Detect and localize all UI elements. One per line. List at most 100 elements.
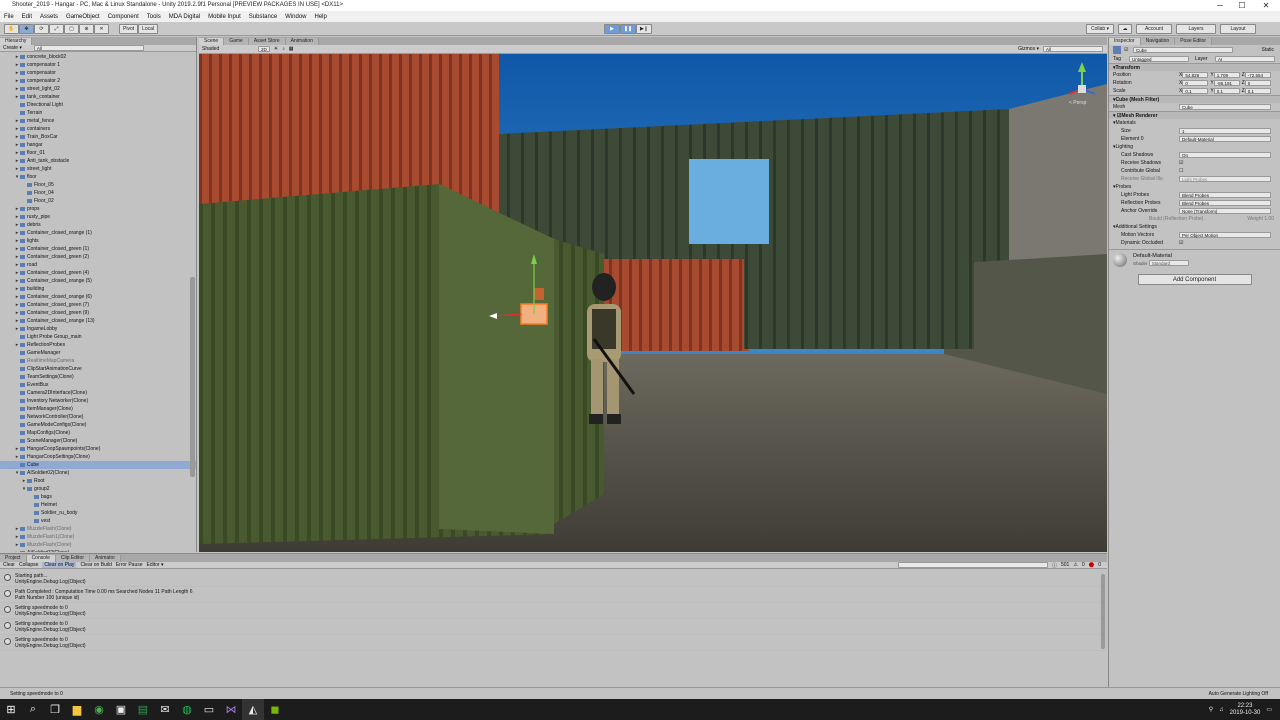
hierarchy-item[interactable]: ▸ building (0, 285, 196, 293)
hierarchy-item[interactable]: Floor_02 (0, 197, 196, 205)
object-name-input[interactable]: Cube (1133, 47, 1233, 53)
receive-shadows-checkbox[interactable]: ☑ (1179, 159, 1183, 167)
account-dropdown[interactable]: Account (1136, 23, 1172, 34)
console-error-pause-button[interactable]: Error Pause (116, 562, 143, 568)
hierarchy-item[interactable]: ▸ Container_closed_orange (1) (0, 229, 196, 237)
console-entry[interactable]: Setting speedmode to 0 UnityEngine.Debug:… (0, 603, 1107, 619)
custom-tool-icon[interactable]: ✕ (94, 23, 109, 34)
hierarchy-item[interactable]: ▸ HangarCoopSpawnpoints(Clone) (0, 445, 196, 453)
menu-assets[interactable]: Assets (40, 14, 58, 20)
add-component-button[interactable]: Add Component (1137, 274, 1252, 285)
layer-dropdown[interactable]: AI (1215, 56, 1275, 62)
console-clear-on-build-button[interactable]: Clear on Build (80, 562, 111, 568)
unity-icon[interactable]: ◭ (242, 699, 264, 720)
hierarchy-item[interactable]: ▸ street_light (0, 165, 196, 173)
static-toggle[interactable]: Static (1261, 46, 1274, 54)
tab-asset-store[interactable]: Asset Store (248, 38, 286, 45)
scale-z[interactable]: 0.1 (1244, 88, 1271, 94)
hierarchy-item[interactable]: ▸ hangar (0, 141, 196, 149)
rect-tool-icon[interactable]: ▢ (64, 23, 79, 34)
effects-toggle-icon[interactable]: ▦ (289, 46, 294, 52)
console-collapse-button[interactable]: Collapse (19, 562, 38, 568)
audio-toggle-icon[interactable]: ♪ (282, 46, 285, 52)
hierarchy-item[interactable]: MapConfigs(Clone) (0, 429, 196, 437)
scene-search-input[interactable]: All (1043, 46, 1103, 52)
console-scrollbar[interactable] (1101, 574, 1105, 649)
hierarchy-item[interactable]: ▸ Train_BoxCar (0, 133, 196, 141)
step-button[interactable]: ▶❙ (636, 23, 652, 34)
hierarchy-item[interactable]: Soldier_ru_body (0, 509, 196, 517)
hierarchy-item[interactable]: NetworkController(Clone) (0, 413, 196, 421)
network-icon[interactable]: ⚲ (1209, 706, 1213, 713)
hierarchy-item[interactable]: ▸ Container_closed_green (9) (0, 309, 196, 317)
menu-mda-digital[interactable]: MDA Digital (169, 14, 200, 20)
hierarchy-item[interactable]: ▸ Container_closed_green (7) (0, 301, 196, 309)
scene-viewport[interactable]: < Persp (199, 54, 1107, 552)
search-icon[interactable]: ⌕ (22, 699, 44, 720)
mesh-field[interactable]: Cube (1179, 104, 1271, 110)
clock-date[interactable]: 2019-10-30 (1230, 710, 1261, 717)
reflection-probes-dropdown[interactable]: Blend Probes (1179, 200, 1271, 206)
hierarchy-item[interactable]: RealtimeMapCamera (0, 357, 196, 365)
hierarchy-item[interactable]: ▸ concrete_block02 (0, 53, 196, 61)
transform-header[interactable]: ▾ Transform (1109, 63, 1280, 71)
hierarchy-item[interactable]: ▸AISoldier02(Clone) (0, 549, 196, 552)
collab-dropdown[interactable]: Collab ▾ (1086, 23, 1114, 34)
nvidia-icon[interactable]: ◼ (264, 699, 286, 720)
hierarchy-item[interactable]: ▸ Container_closed_orange (6) (0, 293, 196, 301)
tab-game[interactable]: Game (224, 38, 249, 45)
hierarchy-item[interactable]: bags (0, 493, 196, 501)
hierarchy-item[interactable]: ▸ Root (0, 477, 196, 485)
menu-gameobject[interactable]: GameObject (66, 14, 100, 20)
hierarchy-item[interactable]: ▸ compensator 1 (0, 61, 196, 69)
scale-x[interactable]: 0.1 (1182, 88, 1209, 94)
menu-mobile-input[interactable]: Mobile Input (208, 14, 241, 20)
hierarchy-item[interactable]: ▸ ReflectionProbes (0, 341, 196, 349)
hierarchy-item[interactable]: ▸ MuzzleFlash1(Clone) (0, 533, 196, 541)
local-toggle[interactable]: Local (138, 23, 159, 34)
tab-scene[interactable]: Scene (199, 38, 225, 45)
tab-console[interactable]: Console (26, 555, 56, 562)
console-entry[interactable]: Path Completed : Computation Time 0.00 m… (0, 587, 1107, 603)
hierarchy-item[interactable]: Directional Light (0, 101, 196, 109)
hierarchy-item[interactable]: Floor_04 (0, 189, 196, 197)
hierarchy-item[interactable]: ItemManager(Clone) (0, 405, 196, 413)
store-icon[interactable]: ▣ (110, 699, 132, 720)
console-entry[interactable]: Setting speedmode to 0 UnityEngine.Debug:… (0, 635, 1107, 651)
hierarchy-item[interactable]: ▸ containers (0, 125, 196, 133)
layout-dropdown[interactable]: Layout (1220, 23, 1256, 34)
hierarchy-item[interactable]: Inventory Networker(Clone) (0, 397, 196, 405)
rotation-z[interactable]: 0 (1244, 80, 1271, 86)
menu-help[interactable]: Help (315, 14, 327, 20)
layers-dropdown[interactable]: Layers (1176, 23, 1216, 34)
tab-animation[interactable]: Animation (285, 38, 319, 45)
anchor-override-field[interactable]: None (Transform) (1179, 208, 1271, 214)
hierarchy-item[interactable]: ▸ IngameLobby (0, 325, 196, 333)
status-message[interactable]: Setting speedmode to 0 (10, 691, 63, 697)
mesh-filter-header[interactable]: ▾ Cube (Mesh Filter) (1109, 95, 1280, 103)
element-field[interactable]: Default-Material (1179, 136, 1271, 142)
warning-count-icon[interactable]: ⚠ (1073, 562, 1077, 568)
pause-button[interactable]: ❚❚ (620, 23, 636, 34)
hierarchy-search-input[interactable]: All (33, 45, 144, 51)
hierarchy-item[interactable]: ▸ tank_container (0, 93, 196, 101)
tag-dropdown[interactable]: Untagged (1129, 56, 1189, 62)
hierarchy-item[interactable]: ▸ props (0, 205, 196, 213)
menu-edit[interactable]: Edit (22, 14, 32, 20)
hierarchy-item[interactable]: ▸ Anti_tank_obstacle (0, 157, 196, 165)
hierarchy-item[interactable]: SceneManager(Clone) (0, 437, 196, 445)
position-y[interactable]: 1.709 (1213, 72, 1240, 78)
hierarchy-item[interactable]: ▸ HangarCoopSettings(Clone) (0, 453, 196, 461)
hierarchy-item[interactable]: ClipStartAnimationCurve (0, 365, 196, 373)
hierarchy-item[interactable]: Light Probe Group_main (0, 333, 196, 341)
scale-tool-icon[interactable]: ⤢ (49, 23, 64, 34)
hierarchy-item[interactable]: ▸ compensator 2 (0, 77, 196, 85)
notification-icon[interactable]: ▭ (1266, 706, 1272, 713)
visual-studio-icon[interactable]: ⋈ (220, 699, 242, 720)
info-count-icon[interactable]: ⓘ (1052, 562, 1057, 569)
close-icon[interactable]: ✕ (1256, 0, 1276, 11)
hierarchy-item[interactable]: ▸ floor_01 (0, 149, 196, 157)
spotify-icon[interactable]: ◍ (176, 699, 198, 720)
hierarchy-item[interactable]: ▾ floor (0, 173, 196, 181)
menu-component[interactable]: Component (108, 14, 139, 20)
